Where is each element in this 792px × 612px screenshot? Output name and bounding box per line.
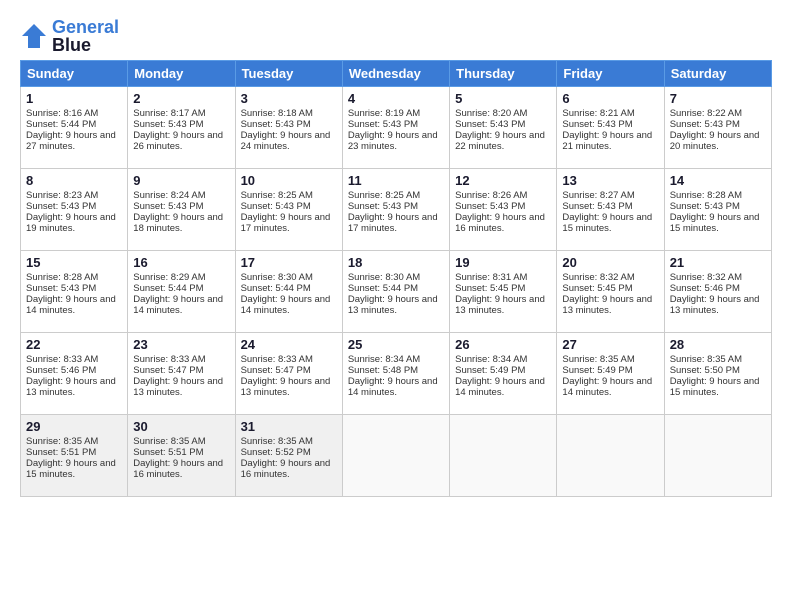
calendar-cell: 13Sunrise: 8:27 AMSunset: 5:43 PMDayligh… — [557, 169, 664, 251]
calendar-cell: 20Sunrise: 8:32 AMSunset: 5:45 PMDayligh… — [557, 251, 664, 333]
day-number: 7 — [670, 91, 766, 106]
day-number: 20 — [562, 255, 658, 270]
calendar-cell: 26Sunrise: 8:34 AMSunset: 5:49 PMDayligh… — [450, 333, 557, 415]
day-number: 12 — [455, 173, 551, 188]
calendar-cell: 8Sunrise: 8:23 AMSunset: 5:43 PMDaylight… — [21, 169, 128, 251]
calendar-cell: 18Sunrise: 8:30 AMSunset: 5:44 PMDayligh… — [342, 251, 449, 333]
calendar-cell: 17Sunrise: 8:30 AMSunset: 5:44 PMDayligh… — [235, 251, 342, 333]
week-row-4: 22Sunrise: 8:33 AMSunset: 5:46 PMDayligh… — [21, 333, 772, 415]
day-number: 26 — [455, 337, 551, 352]
calendar-cell: 21Sunrise: 8:32 AMSunset: 5:46 PMDayligh… — [664, 251, 771, 333]
calendar-cell: 9Sunrise: 8:24 AMSunset: 5:43 PMDaylight… — [128, 169, 235, 251]
calendar-cell: 6Sunrise: 8:21 AMSunset: 5:43 PMDaylight… — [557, 87, 664, 169]
calendar-cell: 30Sunrise: 8:35 AMSunset: 5:51 PMDayligh… — [128, 415, 235, 497]
day-number: 10 — [241, 173, 337, 188]
day-number: 19 — [455, 255, 551, 270]
calendar-cell: 23Sunrise: 8:33 AMSunset: 5:47 PMDayligh… — [128, 333, 235, 415]
column-header-sunday: Sunday — [21, 61, 128, 87]
day-number: 24 — [241, 337, 337, 352]
week-row-5: 29Sunrise: 8:35 AMSunset: 5:51 PMDayligh… — [21, 415, 772, 497]
day-number: 4 — [348, 91, 444, 106]
calendar-cell: 10Sunrise: 8:25 AMSunset: 5:43 PMDayligh… — [235, 169, 342, 251]
day-number: 9 — [133, 173, 229, 188]
calendar-cell: 3Sunrise: 8:18 AMSunset: 5:43 PMDaylight… — [235, 87, 342, 169]
calendar-cell: 19Sunrise: 8:31 AMSunset: 5:45 PMDayligh… — [450, 251, 557, 333]
column-header-thursday: Thursday — [450, 61, 557, 87]
day-number: 23 — [133, 337, 229, 352]
header: GeneralBlue — [20, 18, 772, 54]
day-number: 8 — [26, 173, 122, 188]
day-number: 25 — [348, 337, 444, 352]
calendar-cell: 22Sunrise: 8:33 AMSunset: 5:46 PMDayligh… — [21, 333, 128, 415]
day-number: 16 — [133, 255, 229, 270]
week-row-3: 15Sunrise: 8:28 AMSunset: 5:43 PMDayligh… — [21, 251, 772, 333]
day-number: 17 — [241, 255, 337, 270]
day-number: 22 — [26, 337, 122, 352]
calendar-cell: 5Sunrise: 8:20 AMSunset: 5:43 PMDaylight… — [450, 87, 557, 169]
calendar-cell — [450, 415, 557, 497]
calendar-cell — [342, 415, 449, 497]
calendar-cell: 12Sunrise: 8:26 AMSunset: 5:43 PMDayligh… — [450, 169, 557, 251]
day-number: 1 — [26, 91, 122, 106]
day-number: 31 — [241, 419, 337, 434]
calendar-cell: 29Sunrise: 8:35 AMSunset: 5:51 PMDayligh… — [21, 415, 128, 497]
calendar-cell: 16Sunrise: 8:29 AMSunset: 5:44 PMDayligh… — [128, 251, 235, 333]
calendar-cell: 4Sunrise: 8:19 AMSunset: 5:43 PMDaylight… — [342, 87, 449, 169]
day-number: 30 — [133, 419, 229, 434]
column-header-friday: Friday — [557, 61, 664, 87]
calendar-cell: 24Sunrise: 8:33 AMSunset: 5:47 PMDayligh… — [235, 333, 342, 415]
calendar-cell: 1Sunrise: 8:16 AMSunset: 5:44 PMDaylight… — [21, 87, 128, 169]
logo-text: GeneralBlue — [52, 18, 119, 54]
day-number: 21 — [670, 255, 766, 270]
calendar-cell: 28Sunrise: 8:35 AMSunset: 5:50 PMDayligh… — [664, 333, 771, 415]
logo: GeneralBlue — [20, 18, 119, 54]
day-number: 2 — [133, 91, 229, 106]
day-number: 29 — [26, 419, 122, 434]
day-number: 15 — [26, 255, 122, 270]
day-number: 3 — [241, 91, 337, 106]
week-row-1: 1Sunrise: 8:16 AMSunset: 5:44 PMDaylight… — [21, 87, 772, 169]
calendar-table: SundayMondayTuesdayWednesdayThursdayFrid… — [20, 60, 772, 497]
calendar-cell: 27Sunrise: 8:35 AMSunset: 5:49 PMDayligh… — [557, 333, 664, 415]
column-header-monday: Monday — [128, 61, 235, 87]
column-header-tuesday: Tuesday — [235, 61, 342, 87]
day-number: 11 — [348, 173, 444, 188]
calendar-cell: 31Sunrise: 8:35 AMSunset: 5:52 PMDayligh… — [235, 415, 342, 497]
day-number: 14 — [670, 173, 766, 188]
week-row-2: 8Sunrise: 8:23 AMSunset: 5:43 PMDaylight… — [21, 169, 772, 251]
calendar-cell: 7Sunrise: 8:22 AMSunset: 5:43 PMDaylight… — [664, 87, 771, 169]
calendar-cell — [557, 415, 664, 497]
day-number: 13 — [562, 173, 658, 188]
page: GeneralBlue SundayMondayTuesdayWednesday… — [0, 0, 792, 507]
calendar-cell: 2Sunrise: 8:17 AMSunset: 5:43 PMDaylight… — [128, 87, 235, 169]
calendar-cell: 14Sunrise: 8:28 AMSunset: 5:43 PMDayligh… — [664, 169, 771, 251]
column-header-saturday: Saturday — [664, 61, 771, 87]
day-number: 5 — [455, 91, 551, 106]
day-number: 6 — [562, 91, 658, 106]
column-header-wednesday: Wednesday — [342, 61, 449, 87]
calendar-cell: 15Sunrise: 8:28 AMSunset: 5:43 PMDayligh… — [21, 251, 128, 333]
logo-icon — [20, 22, 48, 50]
day-number: 27 — [562, 337, 658, 352]
calendar-cell: 11Sunrise: 8:25 AMSunset: 5:43 PMDayligh… — [342, 169, 449, 251]
calendar-cell — [664, 415, 771, 497]
calendar-cell: 25Sunrise: 8:34 AMSunset: 5:48 PMDayligh… — [342, 333, 449, 415]
day-number: 28 — [670, 337, 766, 352]
day-number: 18 — [348, 255, 444, 270]
